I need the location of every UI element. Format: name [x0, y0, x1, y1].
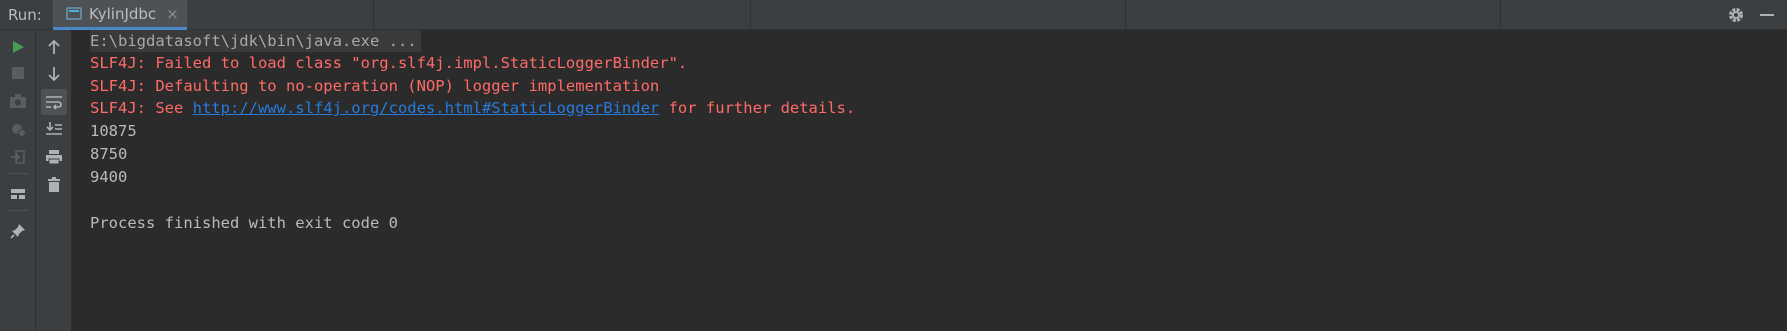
- console-error-line: SLF4J: Defaulting to no-operation (NOP) …: [90, 77, 660, 95]
- run-label: Run:: [8, 6, 42, 24]
- error-suffix: for further details.: [659, 99, 856, 117]
- process-finished-line: Process finished with exit code 0: [90, 214, 398, 232]
- run-icon[interactable]: [5, 34, 31, 60]
- settings-bug-icon[interactable]: [5, 116, 31, 142]
- console-error-line: SLF4J: See http://www.slf4j.org/codes.ht…: [90, 97, 855, 119]
- toolbar-divider: [8, 173, 28, 174]
- tab-close-icon[interactable]: ×: [166, 5, 179, 23]
- command-line[interactable]: E:\bigdatasoft\jdk\bin\java.exe ...: [90, 30, 421, 52]
- arrow-down-icon[interactable]: [41, 61, 67, 87]
- tab-label: KylinJdbc: [89, 4, 157, 23]
- console-output-line: 10875: [90, 122, 137, 140]
- soft-wrap-icon[interactable]: [41, 89, 67, 115]
- minimize-icon[interactable]: [1760, 14, 1774, 16]
- console-output-line: 8750: [90, 145, 128, 163]
- application-icon: [66, 6, 82, 20]
- header-divider: [1125, 0, 1126, 30]
- layout-icon[interactable]: [5, 181, 31, 207]
- print-icon[interactable]: [41, 144, 67, 170]
- header-divider: [750, 0, 751, 30]
- error-prefix: SLF4J: See: [90, 99, 193, 117]
- header-divider: [373, 0, 374, 30]
- run-toolbar-left: [0, 30, 36, 331]
- console-output[interactable]: E:\bigdatasoft\jdk\bin\java.exe ... SLF4…: [72, 30, 1787, 331]
- arrow-up-icon[interactable]: [41, 34, 67, 60]
- header-divider: [1500, 0, 1501, 30]
- gear-icon[interactable]: [1726, 5, 1746, 25]
- exit-icon[interactable]: [5, 144, 31, 170]
- scroll-to-end-icon[interactable]: [41, 116, 67, 142]
- console-error-line: SLF4J: Failed to load class "org.slf4j.i…: [90, 54, 688, 72]
- tab-kylinjdbc[interactable]: KylinJdbc ×: [53, 0, 187, 30]
- stop-icon[interactable]: [5, 60, 31, 86]
- slf4j-link[interactable]: http://www.slf4j.org/codes.html#StaticLo…: [193, 99, 660, 117]
- trash-icon[interactable]: [41, 172, 67, 198]
- console-output-line: 9400: [90, 168, 128, 186]
- toolbar-divider: [8, 210, 28, 211]
- run-tool-window-header: Run: KylinJdbc ×: [0, 0, 1787, 30]
- run-toolbar-right: [36, 30, 72, 331]
- camera-icon[interactable]: [5, 88, 31, 114]
- pin-icon[interactable]: [5, 218, 31, 244]
